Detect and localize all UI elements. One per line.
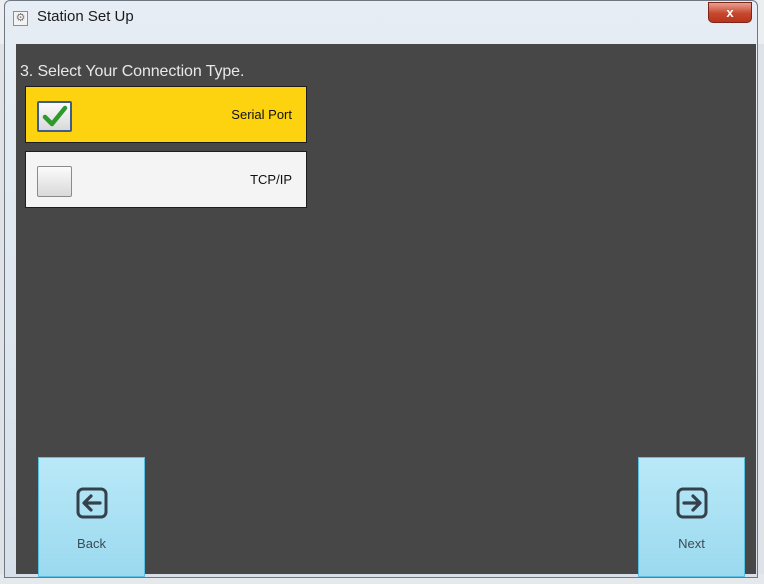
back-button[interactable]: Back — [38, 457, 145, 577]
option-tcp-ip[interactable]: TCP/IP — [25, 151, 307, 208]
back-label: Back — [77, 536, 106, 551]
option-serial-port[interactable]: Serial Port — [25, 86, 307, 143]
wizard-panel: 3. Select Your Connection Type. Serial P… — [16, 44, 756, 577]
arrow-right-icon — [676, 487, 708, 519]
step-title: 3. Select Your Connection Type. — [20, 63, 245, 80]
tcp-ip-checkbox[interactable] — [37, 166, 72, 197]
serial-port-checkbox[interactable] — [37, 101, 72, 132]
tcp-ip-label: TCP/IP — [250, 172, 292, 187]
checkmark-icon — [42, 105, 68, 127]
window-title: Station Set Up — [37, 8, 134, 25]
close-button[interactable]: x — [708, 2, 752, 23]
next-label: Next — [678, 536, 705, 551]
title-bar[interactable]: ⚙ Station Set Up x — [5, 1, 757, 43]
app-icon: ⚙ — [13, 11, 28, 26]
arrow-left-icon — [76, 487, 108, 519]
serial-port-label: Serial Port — [231, 107, 292, 122]
next-button[interactable]: Next — [638, 457, 745, 577]
close-icon: x — [726, 5, 734, 20]
